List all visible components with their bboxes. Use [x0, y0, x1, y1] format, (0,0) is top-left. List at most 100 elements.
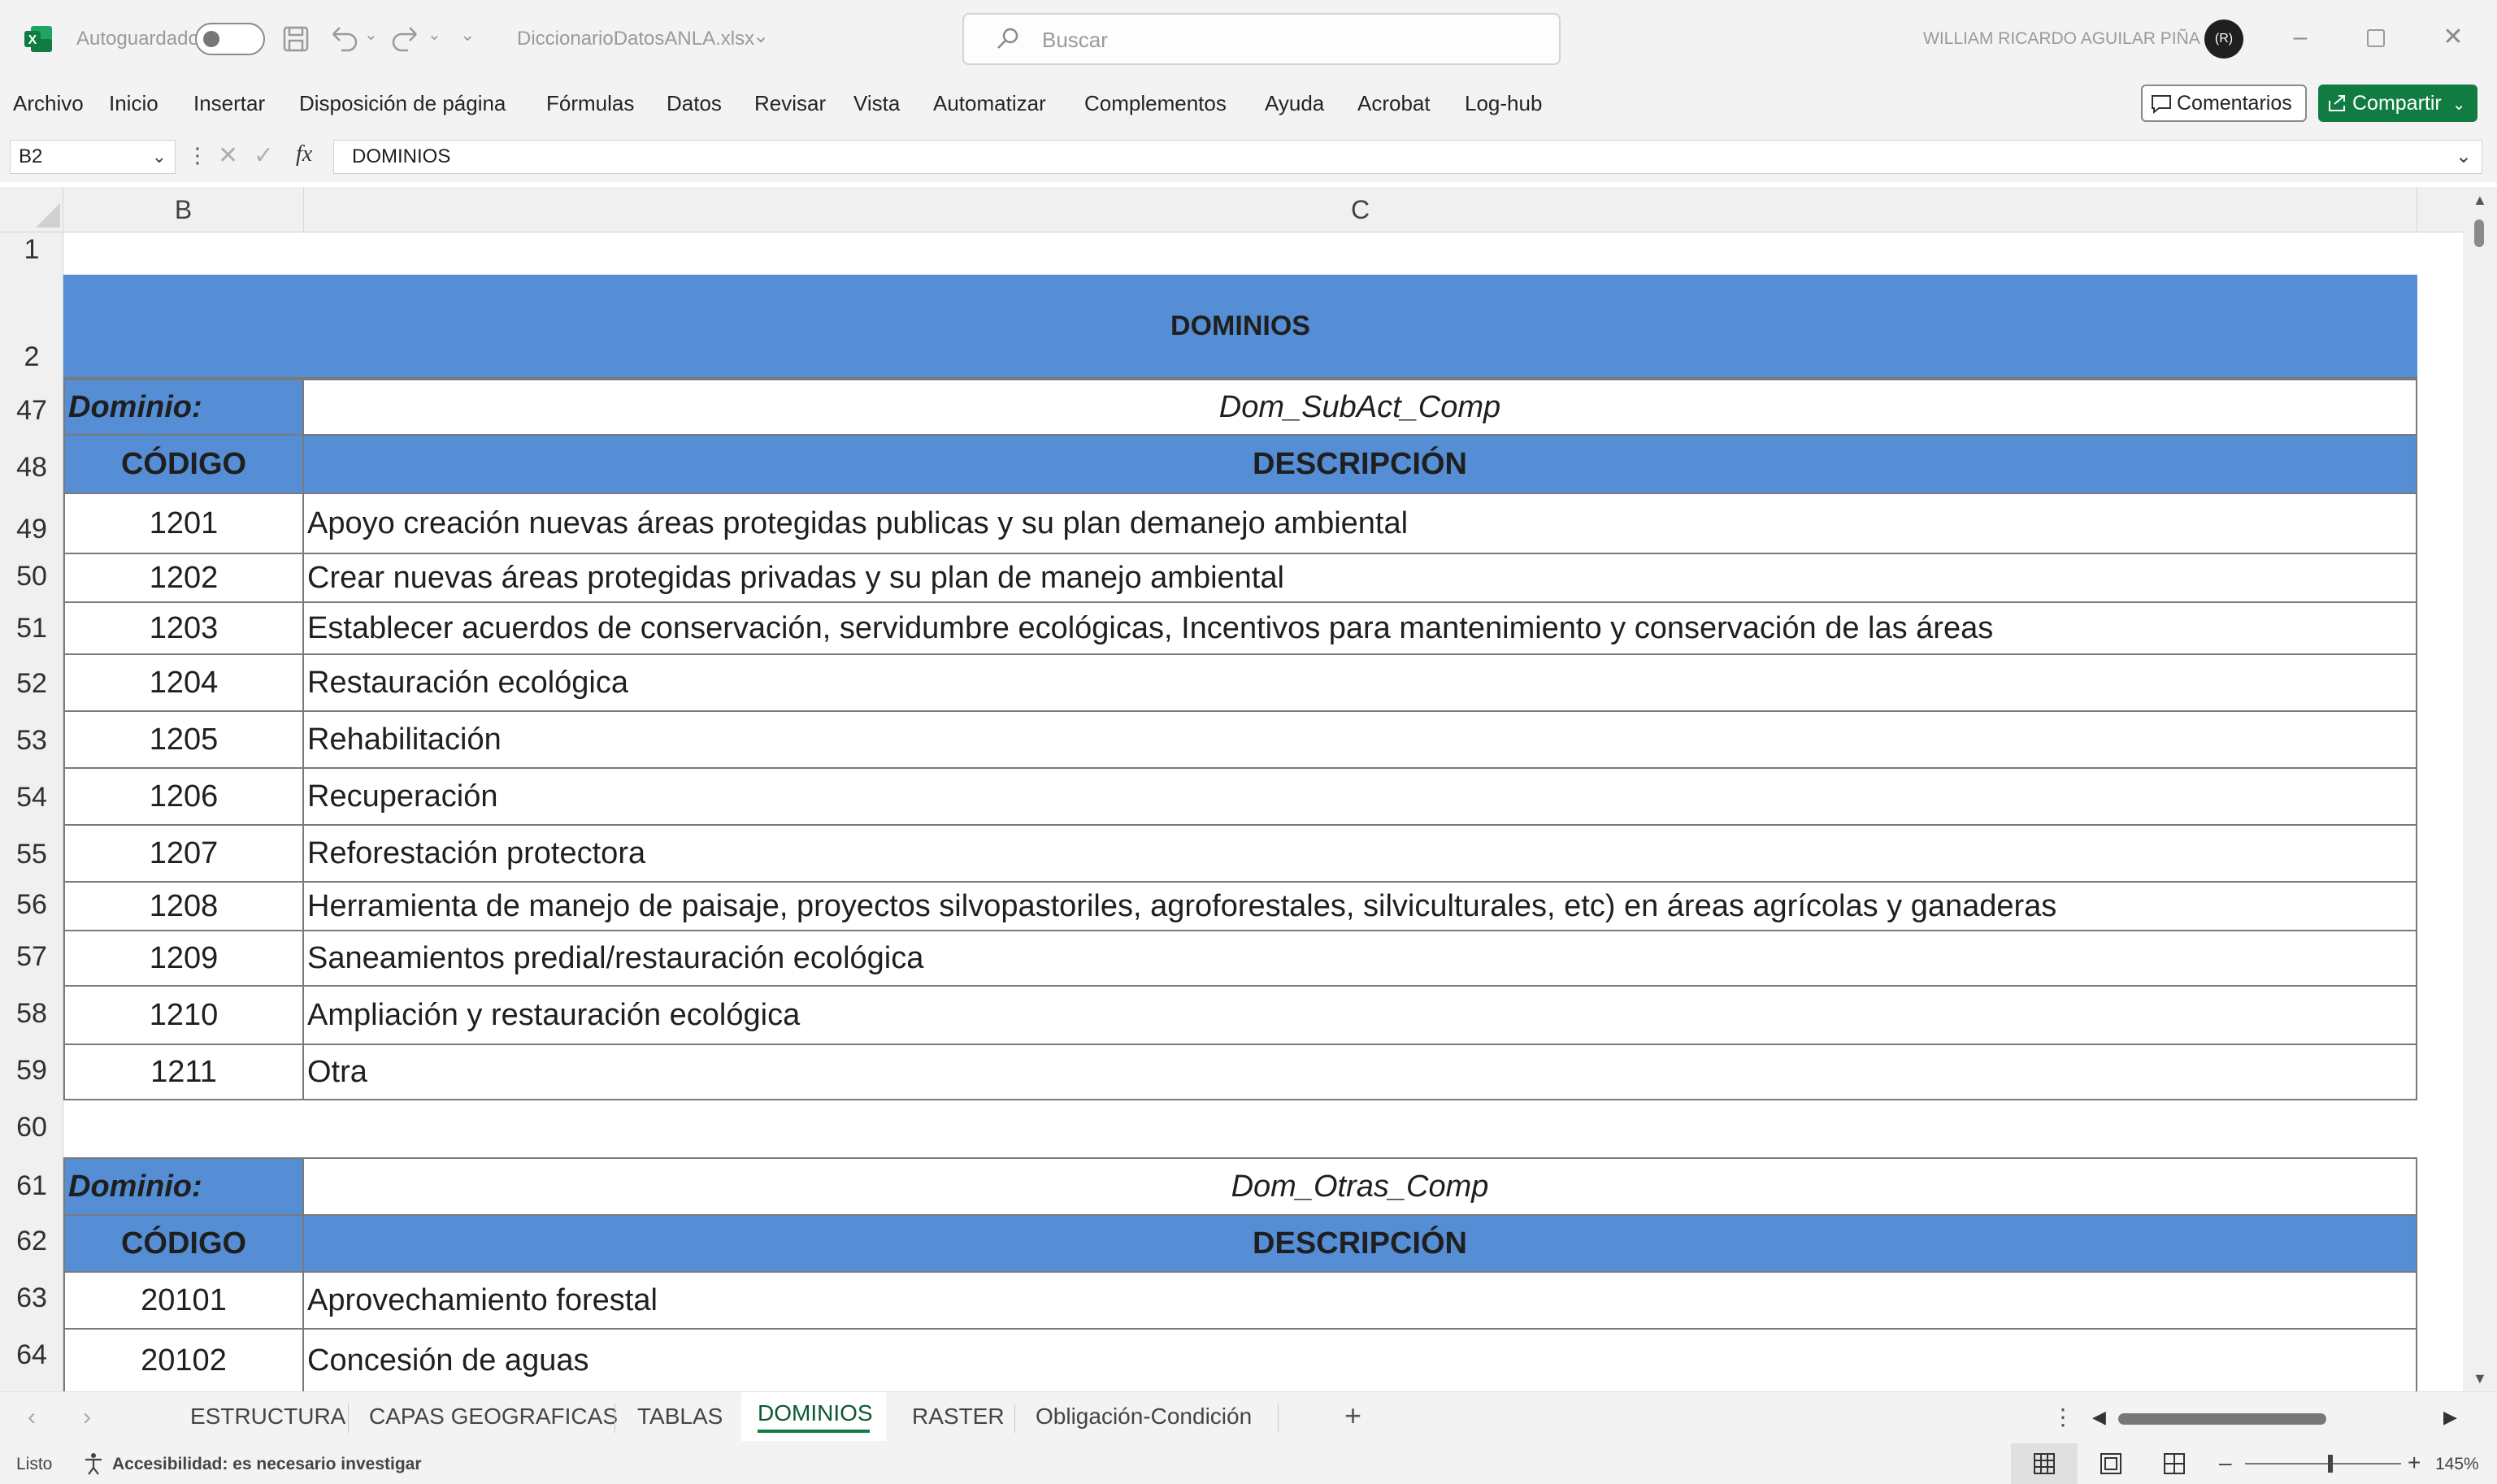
- description-cell[interactable]: Saneamientos predial/restauración ecológ…: [302, 930, 2417, 987]
- row-header[interactable]: 1: [0, 234, 63, 266]
- scroll-left-icon[interactable]: ◀: [2092, 1407, 2106, 1428]
- menu-loghub[interactable]: Log-hub: [1465, 91, 1542, 116]
- confirm-entry-icon[interactable]: ✓: [254, 141, 274, 170]
- row-header[interactable]: 55: [0, 839, 63, 870]
- avatar[interactable]: (R): [2204, 20, 2243, 59]
- zoom-in-icon[interactable]: +: [2408, 1450, 2421, 1476]
- name-box[interactable]: B2 ⌄: [10, 140, 176, 174]
- name-box-dropdown-icon[interactable]: ⌄: [152, 141, 167, 173]
- share-button[interactable]: Compartir ⌄: [2318, 85, 2477, 122]
- file-name-chevron-icon[interactable]: ⌄: [753, 24, 769, 48]
- row-header[interactable]: 54: [0, 782, 63, 814]
- comments-button[interactable]: Comentarios: [2141, 85, 2307, 122]
- description-cell[interactable]: Establecer acuerdos de conservación, ser…: [302, 601, 2417, 655]
- scroll-right-icon[interactable]: ▶: [2443, 1407, 2457, 1428]
- menu-revisar[interactable]: Revisar: [754, 91, 826, 116]
- description-cell[interactable]: Otra: [302, 1044, 2417, 1100]
- code-cell[interactable]: 20102: [63, 1328, 304, 1391]
- description-cell[interactable]: Rehabilitación: [302, 710, 2417, 769]
- add-sheet-button[interactable]: +: [1344, 1399, 1361, 1433]
- more-options-icon[interactable]: ⋮: [187, 143, 208, 168]
- code-cell[interactable]: 1203: [63, 601, 304, 655]
- column-header-b[interactable]: B: [63, 187, 304, 232]
- menu-formulas[interactable]: Fórmulas: [546, 91, 634, 116]
- row-header[interactable]: 51: [0, 613, 63, 644]
- code-cell[interactable]: 1209: [63, 930, 304, 987]
- menu-complementos[interactable]: Complementos: [1084, 91, 1227, 116]
- banner-cell[interactable]: DOMINIOS: [63, 275, 2417, 379]
- customize-toolbar-icon[interactable]: ⌄: [460, 24, 475, 46]
- code-cell[interactable]: 1206: [63, 767, 304, 826]
- undo-icon[interactable]: [327, 23, 359, 55]
- formula-input[interactable]: DOMINIOS ⌄: [333, 140, 2482, 174]
- scroll-down-icon[interactable]: ▼: [2473, 1370, 2487, 1387]
- code-cell[interactable]: 1207: [63, 824, 304, 883]
- row-header[interactable]: 52: [0, 668, 63, 700]
- page-break-view-icon[interactable]: [2164, 1453, 2185, 1474]
- domain-name-cell[interactable]: Dom_SubAct_Comp: [302, 379, 2417, 436]
- restore-icon[interactable]: [2367, 29, 2385, 47]
- description-cell[interactable]: Reforestación protectora: [302, 824, 2417, 883]
- minimize-icon[interactable]: –: [2284, 21, 2317, 54]
- tab-raster[interactable]: RASTER: [912, 1404, 1005, 1430]
- menu-insertar[interactable]: Insertar: [193, 91, 265, 116]
- menu-acrobat[interactable]: Acrobat: [1357, 91, 1431, 116]
- save-icon[interactable]: [281, 24, 310, 54]
- insert-function-icon[interactable]: fx: [296, 141, 312, 167]
- domain-label-cell[interactable]: Dominio:: [63, 379, 304, 436]
- tab-obligacion-condicion[interactable]: Obligación-Condición: [1036, 1404, 1252, 1430]
- accessibility-icon[interactable]: [81, 1451, 106, 1476]
- redo-dropdown-icon[interactable]: ⌄: [428, 24, 441, 45]
- redo-icon[interactable]: [390, 23, 423, 55]
- horizontal-scroll-thumb[interactable]: [2118, 1413, 2326, 1425]
- tab-options-icon[interactable]: ⋮: [2052, 1404, 2074, 1430]
- description-cell[interactable]: Herramienta de manejo de paisaje, proyec…: [302, 881, 2417, 931]
- scroll-up-icon[interactable]: ▲: [2473, 192, 2487, 209]
- vertical-scrollbar[interactable]: ▲ ▼: [2463, 187, 2497, 1391]
- row-header[interactable]: 61: [0, 1170, 63, 1202]
- row-header[interactable]: 49: [0, 514, 63, 545]
- vertical-scroll-thumb[interactable]: [2474, 219, 2484, 247]
- description-header-cell[interactable]: DESCRIPCIÓN: [302, 434, 2417, 494]
- file-name[interactable]: DiccionarioDatosANLA.xlsx: [517, 28, 754, 50]
- tab-capas-geograficas[interactable]: CAPAS GEOGRAFICAS: [369, 1404, 618, 1430]
- menu-disposicion[interactable]: Disposición de página: [299, 91, 506, 116]
- zoom-out-icon[interactable]: –: [2219, 1450, 2232, 1476]
- column-header-c[interactable]: C: [304, 187, 2417, 232]
- domain-name-cell[interactable]: Dom_Otras_Comp: [302, 1157, 2417, 1216]
- code-cell[interactable]: 1204: [63, 653, 304, 712]
- close-icon[interactable]: ✕: [2437, 21, 2469, 54]
- zoom-slider[interactable]: [2245, 1463, 2401, 1464]
- description-header-cell[interactable]: DESCRIPCIÓN: [302, 1214, 2417, 1273]
- row-header[interactable]: 62: [0, 1226, 63, 1257]
- row-header[interactable]: 53: [0, 725, 63, 757]
- description-cell[interactable]: Apoyo creación nuevas áreas protegidas p…: [302, 492, 2417, 554]
- description-cell[interactable]: Crear nuevas áreas protegidas privadas y…: [302, 553, 2417, 603]
- tab-dominios[interactable]: DOMINIOS: [741, 1392, 886, 1441]
- menu-vista[interactable]: Vista: [853, 91, 900, 116]
- menu-archivo[interactable]: Archivo: [13, 91, 84, 116]
- autosave-toggle[interactable]: [195, 23, 265, 55]
- row-header[interactable]: 57: [0, 941, 63, 973]
- code-cell[interactable]: 20101: [63, 1271, 304, 1330]
- prev-sheet-icon[interactable]: ‹: [28, 1404, 36, 1431]
- user-name[interactable]: WILLIAM RICARDO AGUILAR PIÑA: [1923, 29, 2200, 49]
- row-header[interactable]: 48: [0, 452, 63, 484]
- menu-datos[interactable]: Datos: [667, 91, 722, 116]
- description-cell[interactable]: Recuperación: [302, 767, 2417, 826]
- code-cell[interactable]: 1210: [63, 985, 304, 1045]
- tab-estructura[interactable]: ESTRUCTURA: [190, 1404, 345, 1430]
- description-cell[interactable]: Ampliación y restauración ecológica: [302, 985, 2417, 1045]
- menu-automatizar[interactable]: Automatizar: [933, 91, 1046, 116]
- row-header[interactable]: 59: [0, 1055, 63, 1087]
- row-header[interactable]: 60: [0, 1112, 63, 1143]
- cancel-entry-icon[interactable]: ✕: [218, 141, 238, 170]
- normal-view-button[interactable]: [2011, 1443, 2078, 1484]
- code-header-cell[interactable]: CÓDIGO: [63, 434, 304, 494]
- row-header[interactable]: 2: [0, 341, 63, 373]
- menu-ayuda[interactable]: Ayuda: [1265, 91, 1324, 116]
- row-header[interactable]: 58: [0, 998, 63, 1030]
- row-header[interactable]: 50: [0, 561, 63, 592]
- expand-formula-bar-icon[interactable]: ⌄: [2456, 141, 2472, 173]
- row-header[interactable]: 64: [0, 1339, 63, 1371]
